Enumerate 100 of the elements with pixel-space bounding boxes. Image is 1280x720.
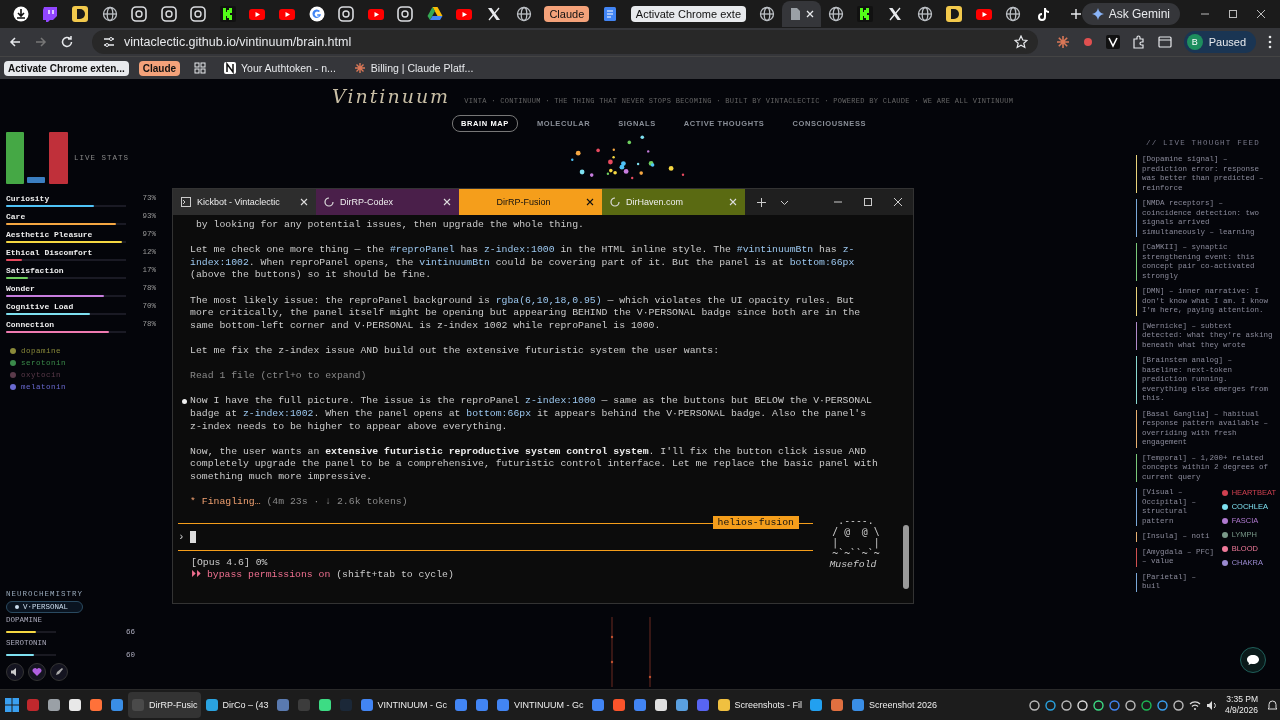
close-icon[interactable] [1256, 9, 1266, 19]
tab-group-chip[interactable]: Claude [544, 6, 590, 22]
message-text: Now, the user wants an extensive futuristic reproductive system control system. I'll fix the button click issue AND completely upgrade the panel to be a comprehensive, futuristic control interface. Let me replace the basic panel with something much more impressive. [190, 445, 879, 484]
browser-tab[interactable] [781, 1, 821, 27]
globe-icon [515, 6, 532, 22]
asterisk-icon [353, 62, 366, 74]
more-icon[interactable] [1268, 35, 1272, 49]
scrollbar-thumb [903, 525, 909, 589]
bullet-icon [182, 399, 187, 405]
tab-search-icon[interactable] [1157, 35, 1172, 49]
model-status: [Opus 4.6] 0% [190, 556, 269, 570]
ascii-art: .----. / @ @ \ | | ~`~``~`~ [831, 514, 880, 559]
new-tab-icon[interactable] [757, 197, 766, 207]
bookmark-folder-chip[interactable]: Activate Chrome exten... [4, 60, 129, 76]
maximize-icon[interactable] [863, 197, 873, 207]
apps-grid-icon[interactable] [194, 62, 207, 74]
message-text: Let me check one more thing — the #reproPanel has z-index:1000 in the HTML inline style. The #vintinuumBtn has z-index:1002. When reproPanel opens, the vintinuumBtn could be covering part of it. But the panel is at bottom:66px (above the buttons) so it should be fine. [190, 244, 856, 282]
tray-icon[interactable] [1140, 699, 1152, 711]
bookmark-link[interactable]: Billing | Claude Platf... [353, 62, 474, 74]
globe-icon [827, 6, 844, 22]
bookmark-link[interactable]: Your Authtoken - n... [224, 62, 336, 74]
address-bar[interactable]: vintaclectic.github.io/vintinuum/brain.html [92, 30, 1038, 54]
notification-bell-icon[interactable] [1267, 699, 1278, 711]
message-text: by looking for any potential issues, then upgrade the whole thing. [194, 219, 585, 232]
clock[interactable]: 3:35 PM 4/9/2026 [1224, 694, 1258, 716]
app-icon [131, 6, 148, 22]
d-letter-icon [946, 6, 963, 22]
play-icon [456, 6, 473, 22]
taskbar-item[interactable]: DirRP-Fusic [128, 692, 201, 718]
status-line: * Finagling… (4m 23s · ↓ 2.6k tokens) [190, 496, 409, 509]
tool-summary: Read 1 file (ctrl+o to expand) [190, 370, 368, 383]
heart-button[interactable] [28, 663, 46, 681]
terminal-tab[interactable]: Kickbot - Vintaclectic [173, 189, 316, 215]
tab-group-chip[interactable]: Activate Chrome exte [630, 6, 746, 22]
sparkle-icon [1091, 8, 1104, 20]
app-icon [160, 6, 177, 22]
k-letter-icon [219, 6, 236, 22]
tray-icon[interactable] [1028, 699, 1040, 711]
pen-button[interactable] [50, 663, 68, 681]
heart-icon [32, 667, 42, 677]
v-letter-icon[interactable] [1105, 35, 1120, 49]
k-letter-icon [857, 6, 874, 22]
stat-label: Ethical Discomfort [6, 248, 94, 257]
stat-label: Wonder [6, 284, 36, 293]
globe-icon [101, 6, 118, 22]
permission-mode: ⏵⏵ bypass permissions on (shift+tab to cycle) [190, 569, 455, 582]
close-icon[interactable] [805, 9, 816, 19]
reload-icon[interactable] [60, 35, 74, 49]
taskbar-item[interactable]: DirCo – (43 [201, 692, 272, 718]
spinner-icon [610, 197, 620, 207]
ask-gemini-button[interactable]: Ask Gemini [1081, 3, 1180, 25]
taskbar-item[interactable]: VINTINUUM - Gc [356, 692, 450, 718]
session-label: helios-fusion [712, 515, 799, 529]
terminal-tab[interactable]: DirRP-Codex [316, 189, 459, 215]
terminal-tab[interactable]: DirHaven.com [602, 189, 745, 215]
windows-logo-icon [5, 698, 19, 712]
stat-label: Cognitive Load [6, 302, 75, 311]
tray-icon[interactable] [1172, 699, 1184, 711]
taskbar-item[interactable]: VINTINUUM - Gc [493, 692, 587, 718]
avatar: B [1186, 34, 1203, 50]
spinner-icon [324, 197, 334, 207]
volume-icon[interactable] [1205, 699, 1218, 711]
tray-icon[interactable] [1124, 699, 1136, 711]
bookmark-folder-chip[interactable]: Claude [138, 60, 181, 76]
d-letter-icon [71, 6, 88, 22]
new-tab-icon[interactable] [1069, 8, 1082, 20]
maximize-icon[interactable] [1228, 9, 1238, 19]
asterisk-icon[interactable] [1055, 35, 1070, 49]
download-icon [12, 6, 29, 22]
tray-icon[interactable] [1156, 699, 1168, 711]
tray-icon[interactable] [1044, 699, 1056, 711]
bar-meter-drawing [6, 132, 68, 184]
tray-icon[interactable] [1060, 699, 1072, 711]
wifi-icon[interactable] [1188, 699, 1201, 711]
close-icon[interactable] [586, 198, 594, 206]
record-icon[interactable] [1081, 36, 1094, 48]
stat-label: Aesthetic Pleasure [6, 230, 94, 239]
back-icon[interactable] [8, 35, 22, 49]
mascot-name: Musefold [829, 558, 877, 570]
chat-bubble-icon [1246, 654, 1260, 666]
tray-icon[interactable] [1092, 699, 1104, 711]
globe-icon [758, 6, 775, 22]
taskbar-item[interactable]: Screenshot 2026 [848, 692, 941, 718]
terminal-icon [181, 197, 191, 207]
taskbar-item[interactable]: Screenshots - Fil [713, 692, 806, 718]
speaker-button[interactable] [6, 663, 24, 681]
message-text: Now I have the full picture. The issue is the reproPanel z-index:1000 — same as the buttons but BELOW the V·PERSONAL badge at z-index:1002. When the panel opens at bottom:66px it appears behind the V·PERSONAL badge. Also the panel's z-index needs to be higher to appear above everything. [190, 395, 873, 434]
stat-label: Care [6, 212, 27, 221]
bookmark-star-icon[interactable] [1013, 35, 1028, 49]
document-icon [602, 6, 619, 22]
globe-icon [916, 6, 933, 22]
terminal-tab[interactable]: DirRP-Fusion [459, 189, 602, 215]
chat-button[interactable] [1240, 647, 1266, 673]
app-icon [397, 6, 414, 22]
n-letter-icon [224, 62, 237, 74]
stat-label: Satisfaction [6, 266, 65, 275]
puzzle-icon[interactable] [1131, 35, 1146, 49]
forward-icon[interactable] [34, 35, 48, 49]
stat-label: Curiosity [6, 194, 51, 203]
profile-button[interactable]: B Paused [1183, 31, 1256, 53]
